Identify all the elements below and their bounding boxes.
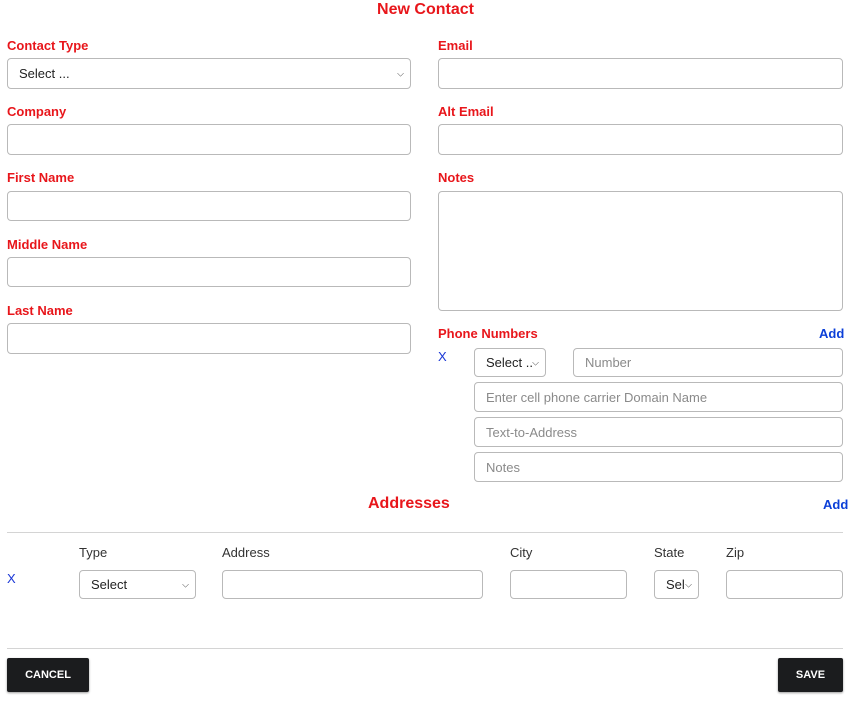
contact-type-select[interactable]: Select ... ⌵ — [7, 58, 411, 89]
city-input[interactable] — [510, 570, 627, 599]
column-header-state: State — [654, 545, 685, 560]
column-header-city: City — [510, 545, 533, 560]
chevron-down-icon: ⌵ — [532, 357, 539, 367]
alt-email-label: Alt Email — [438, 104, 494, 119]
chevron-down-icon: ⌵ — [685, 579, 692, 589]
add-address-link[interactable]: Add — [823, 497, 848, 512]
phone-numbers-label: Phone Numbers — [438, 326, 538, 341]
contact-type-value: Select ... — [19, 66, 70, 81]
contact-type-label: Contact Type — [7, 38, 89, 53]
column-header-address: Address — [222, 545, 270, 560]
footer-divider — [7, 648, 843, 649]
company-label: Company — [7, 104, 67, 119]
first-name-input[interactable] — [7, 191, 411, 221]
email-label: Email — [438, 38, 473, 53]
middle-name-input[interactable] — [7, 257, 411, 287]
text-to-address-input[interactable] — [474, 417, 843, 447]
phone-number-input[interactable] — [573, 348, 843, 377]
remove-address-button[interactable]: X — [7, 571, 16, 586]
state-value: Sel — [666, 577, 685, 592]
chevron-down-icon: ⌵ — [182, 579, 189, 589]
zip-input[interactable] — [726, 570, 843, 599]
alt-email-input[interactable] — [438, 124, 843, 155]
company-input[interactable] — [7, 124, 411, 155]
addresses-divider — [7, 532, 843, 533]
notes-label: Notes — [438, 170, 475, 185]
last-name-input[interactable] — [7, 323, 411, 354]
address-type-value: Select — [91, 577, 128, 592]
phone-type-value: Select .. — [486, 355, 533, 370]
column-header-type: Type — [79, 545, 108, 560]
notes-textarea[interactable] — [438, 191, 843, 311]
chevron-down-icon: ⌵ — [397, 68, 404, 78]
add-phone-link[interactable]: Add — [819, 326, 844, 341]
phone-type-select[interactable]: Select .. ⌵ — [474, 348, 546, 377]
carrier-domain-input[interactable] — [474, 382, 843, 412]
cancel-button[interactable]: CANCEL — [7, 658, 89, 692]
middle-name-label: Middle Name — [7, 237, 88, 252]
state-select[interactable]: Sel ⌵ — [654, 570, 699, 599]
addresses-title: Addresses — [368, 495, 450, 512]
column-header-zip: Zip — [726, 545, 745, 560]
remove-phone-button[interactable]: X — [438, 349, 447, 364]
address-type-select[interactable]: Select ⌵ — [79, 570, 196, 599]
last-name-label: Last Name — [7, 303, 73, 318]
page-title: New Contact — [377, 1, 474, 18]
save-button[interactable]: SAVE — [778, 658, 843, 692]
phone-notes-input[interactable] — [474, 452, 843, 482]
address-input[interactable] — [222, 570, 483, 599]
first-name-label: First Name — [7, 170, 75, 185]
email-input[interactable] — [438, 58, 843, 89]
